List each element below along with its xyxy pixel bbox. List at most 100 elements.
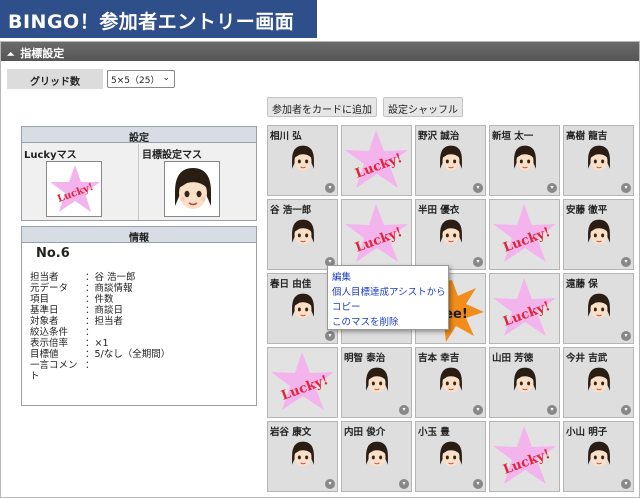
cell-name: 谷 浩一郎 <box>270 205 312 216</box>
bingo-cell[interactable]: 相川 弘 ▾ <box>267 125 338 196</box>
cell-name: 明智 泰治 <box>344 353 386 364</box>
context-menu-item[interactable]: 個人目標達成アシストから <box>332 284 446 299</box>
add-participant-button[interactable]: 参加者をカードに追加 <box>267 97 377 117</box>
grid-count-value: 5×5（25） <box>111 76 160 86</box>
info-row: 担当者 ：谷 浩一郎 <box>30 272 245 283</box>
info-key: 担当者 <box>30 272 59 283</box>
cell-menu-icon[interactable]: ▾ <box>473 183 483 193</box>
cell-menu-icon[interactable]: ▾ <box>547 183 557 193</box>
avatar-icon <box>434 364 468 401</box>
cell-menu-icon[interactable]: ▾ <box>621 183 631 193</box>
bingo-cell[interactable]: 高樹 龍吉 ▾ <box>563 125 634 196</box>
cell-menu-icon[interactable]: ▾ <box>325 331 335 341</box>
info-row: 絞込条件 ： <box>30 327 245 338</box>
grid-count-label: グリッド数 <box>7 69 103 89</box>
info-key: ト <box>30 371 40 382</box>
info-row: 対象者 ：担当者 <box>30 316 245 327</box>
avatar-icon <box>175 168 211 209</box>
cell-name: 新垣 太一 <box>492 131 534 142</box>
shuffle-settings-button[interactable]: 設定シャッフル <box>383 97 463 117</box>
bingo-cell[interactable]: 山田 芳徳 ▾ <box>489 347 560 418</box>
lucky-cell[interactable]: Lucky! <box>341 199 412 270</box>
bingo-cell[interactable]: 谷 浩一郎 ▾ <box>267 199 338 270</box>
bingo-cell[interactable]: 小玉 豊 ▾ <box>415 421 486 492</box>
cell-menu-icon[interactable]: ▾ <box>325 479 335 489</box>
context-menu: 編集 個人目標達成アシストから コピー このマスを削除 <box>327 265 449 330</box>
cell-name: 相川 弘 <box>270 131 302 142</box>
context-menu-item[interactable]: 編集 <box>332 269 444 284</box>
bingo-cell[interactable]: 明智 泰治 ▾ <box>341 347 412 418</box>
info-row: 項目 ：件数 <box>30 294 245 305</box>
cell-name: 岩谷 康文 <box>270 427 312 438</box>
info-row: 元データ ：商談情報 <box>30 283 245 294</box>
cell-menu-icon[interactable]: ▾ <box>473 405 483 415</box>
cell-menu-icon[interactable]: ▾ <box>473 257 483 267</box>
bingo-cell[interactable]: 野沢 誠治 ▾ <box>415 125 486 196</box>
cell-name: 半田 優衣 <box>418 205 460 216</box>
context-menu-item[interactable]: コピー <box>332 299 444 314</box>
lucky-thumbnail[interactable]: Lucky! <box>46 161 102 217</box>
cell-name: 小山 明子 <box>566 427 608 438</box>
collapse-icon[interactable]: ⏶ <box>7 50 14 60</box>
avatar-icon <box>360 438 394 475</box>
bingo-card: 相川 弘 ▾ Lucky! 野沢 誠治 ▾ 新垣 太一 ▾ 高樹 龍吉 ▾ 谷 浩一郎 ▾ Lucky… <box>267 125 635 495</box>
info-key: 表示倍率 <box>30 338 69 349</box>
lucky-cell[interactable]: Lucky! <box>489 199 560 270</box>
avatar-icon <box>286 290 320 327</box>
info-value: ：5/なし（全期間） <box>85 349 171 360</box>
lucky-star-icon: Lucky! <box>268 348 337 417</box>
bingo-cell[interactable]: 吉本 幸吉 ▾ <box>415 347 486 418</box>
avatar-icon <box>508 142 542 179</box>
lucky-star-icon: Lucky! <box>342 200 411 269</box>
cell-menu-icon[interactable]: ▾ <box>473 479 483 489</box>
cell-menu-icon[interactable]: ▾ <box>547 405 557 415</box>
info-value: ：商談日 <box>85 305 124 316</box>
cell-name: 安藤 徹平 <box>566 205 608 216</box>
info-row: 目標値 ：5/なし（全期間） <box>30 349 245 360</box>
avatar-icon <box>360 364 394 401</box>
lucky-star-icon: Lucky! <box>50 165 100 212</box>
target-thumbnail[interactable] <box>164 161 220 217</box>
app-title: BINGO！参加者エントリー画面 <box>0 0 317 38</box>
chevron-down-icon: ⌄ <box>162 73 170 83</box>
cell-name: 野沢 誠治 <box>418 131 460 142</box>
cell-name: 山田 芳徳 <box>492 353 534 364</box>
cell-menu-icon[interactable]: ▾ <box>621 405 631 415</box>
cell-menu-icon[interactable]: ▾ <box>399 405 409 415</box>
bingo-cell[interactable]: 新垣 太一 ▾ <box>489 125 560 196</box>
avatar-icon <box>582 438 616 475</box>
info-value: ：谷 浩一郎 <box>85 272 136 283</box>
cell-menu-icon[interactable]: ▾ <box>325 183 335 193</box>
info-key: 絞込条件 <box>30 327 69 338</box>
avatar-icon <box>582 142 616 179</box>
panel-title: 指標設定 <box>20 47 65 60</box>
bingo-cell[interactable]: 小山 明子 ▾ <box>563 421 634 492</box>
lucky-cell[interactable]: Lucky! <box>489 421 560 492</box>
cell-name: 小玉 豊 <box>418 427 450 438</box>
lucky-cell[interactable]: Lucky! <box>489 273 560 344</box>
cell-name: 遠藤 保 <box>566 279 598 290</box>
bingo-cell[interactable]: 遠藤 保 ▾ <box>563 273 634 344</box>
info-value <box>85 371 245 382</box>
info-value: ：商談情報 <box>85 283 133 294</box>
context-menu-item[interactable]: このマスを削除 <box>332 314 444 329</box>
info-key: 一言コメン <box>30 360 78 371</box>
lucky-cell[interactable]: Lucky! <box>267 347 338 418</box>
settings-header: 設定 <box>22 127 256 144</box>
panel-header[interactable]: ⏶ 指標設定 <box>1 42 639 61</box>
info-key: 元データ <box>30 283 69 294</box>
cell-menu-icon[interactable]: ▾ <box>621 479 631 489</box>
bingo-cell[interactable]: 安藤 徹平 ▾ <box>563 199 634 270</box>
cell-menu-icon[interactable]: ▾ <box>621 257 631 267</box>
lucky-cell[interactable]: Lucky! <box>341 125 412 196</box>
lucky-label: Luckyマス <box>24 150 77 161</box>
info-key: 項目 <box>30 294 50 305</box>
bingo-cell[interactable]: 岩谷 康文 ▾ <box>267 421 338 492</box>
cell-menu-icon[interactable]: ▾ <box>399 479 409 489</box>
cell-menu-icon[interactable]: ▾ <box>621 331 631 341</box>
cell-name: 吉本 幸吉 <box>418 353 460 364</box>
grid-count-select[interactable]: 5×5（25） ⌄ <box>107 70 175 88</box>
bingo-cell[interactable]: 半田 優衣 ▾ <box>415 199 486 270</box>
bingo-cell[interactable]: 今井 吉武 ▾ <box>563 347 634 418</box>
bingo-cell[interactable]: 内田 俊介 ▾ <box>341 421 412 492</box>
